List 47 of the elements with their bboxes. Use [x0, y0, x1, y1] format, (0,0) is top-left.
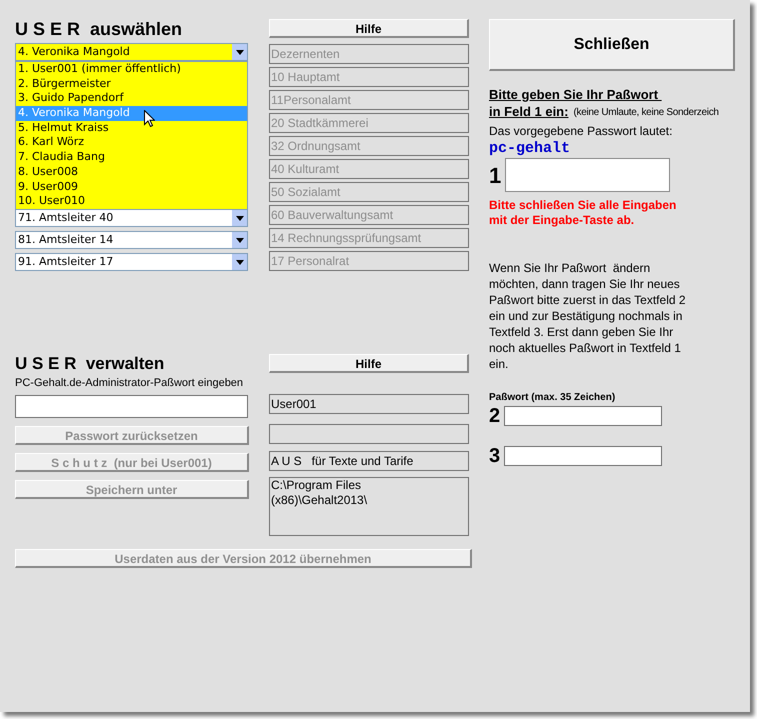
password-input[interactable] — [15, 394, 248, 418]
note-text: (keine Umlaute, keine Sonderzeich — [573, 106, 719, 120]
dropdown-option[interactable]: 8. User008 — [16, 164, 247, 180]
password-heading: in Feld 1 ein: — [489, 104, 568, 120]
protection-field[interactable]: A U S für Texte und Tarife — [269, 451, 469, 471]
dropdown-option[interactable]: 10. User010 — [16, 194, 247, 209]
warning-text: Bitte schließen Sie alle Eingaben mit der Eingabe-Taste ab. — [489, 198, 678, 228]
dropdown-option[interactable]: 1. User001 (immer öffentlich) — [16, 62, 247, 77]
field-number: 2 — [489, 405, 500, 427]
field-number: 3 — [489, 445, 500, 467]
help-button[interactable]: Hilfe — [269, 354, 469, 373]
password-input[interactable] — [505, 158, 670, 192]
info-text: Wenn Sie Ihr Paßwort ändern möchten, dann tragen Sie Ihr neues Paßwort bitte zuerst in das Textfeld 2 ein und zur Bestätigung nochmals in Textfeld 3. Erst dann geben Sie Ihr noch aktuelles Paßwort in Textfeld 1 ein. — [489, 260, 687, 372]
label-text: Das vorgegebene Passwort lautet: — [489, 123, 674, 140]
help-button[interactable]: Hilfe — [269, 19, 469, 38]
dropdown-button[interactable] — [232, 44, 247, 60]
dropdown-option[interactable]: 9. User009 — [16, 180, 247, 194]
close-button[interactable]: Schließen — [489, 19, 735, 71]
dropdown-option[interactable]: 5. Helmut Kraiss — [16, 120, 247, 136]
user-select[interactable]: 81. Amtsleiter 14 — [15, 231, 248, 249]
section-title: U S E R auswählen — [15, 18, 184, 40]
caret-icon — [236, 260, 244, 264]
password-input[interactable] — [504, 406, 662, 426]
text-field[interactable] — [269, 424, 469, 444]
user-select[interactable]: 71. Amtsleiter 40 — [15, 209, 248, 227]
user-select[interactable]: 4. Veronika Mangold — [15, 43, 248, 61]
default-password: pc-gehalt — [489, 140, 572, 157]
dropdown-button[interactable] — [232, 254, 247, 270]
dropdown-option[interactable]: 6. Karl Wörz — [16, 135, 247, 150]
dropdown-button[interactable] — [232, 232, 247, 248]
cursor-icon — [144, 110, 155, 128]
path-field[interactable]: C:\Program Files (x86)\Gehalt2013\ — [269, 477, 469, 536]
dropdown-option[interactable]: 3. Guido Papendorf — [16, 91, 247, 106]
hint-text: PC-Gehalt.de-Administrator-Paßwort eingeben — [15, 376, 244, 391]
field-number: 1 — [489, 162, 502, 190]
caret-icon — [236, 216, 244, 220]
password-heading: Bitte geben Sie Ihr Paßwort — [489, 86, 660, 104]
dropdown-option[interactable]: 2. Bürgermeister — [16, 76, 247, 92]
caret-icon — [236, 238, 244, 242]
dropdown-option[interactable]: 7. Claudia Bang — [16, 150, 247, 165]
user-select[interactable]: 91. Amtsleiter 17 — [15, 253, 248, 271]
dropdown-button[interactable] — [232, 210, 247, 226]
label-text: Paßwort (max. 35 Zeichen) — [489, 391, 616, 405]
section-title: U S E R verwalten — [15, 354, 166, 374]
user-field[interactable]: User001 — [269, 394, 469, 414]
password-input[interactable] — [504, 446, 662, 466]
caret-icon — [236, 50, 244, 54]
